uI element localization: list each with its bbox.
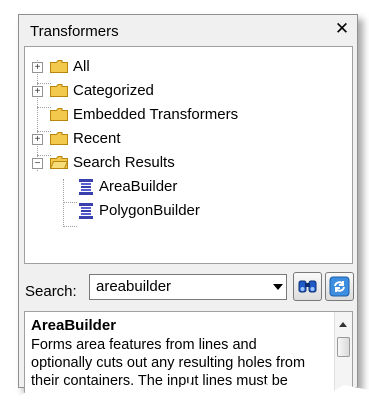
transformer-icon xyxy=(79,179,93,195)
tree-item-label: All xyxy=(73,58,90,75)
find-button[interactable] xyxy=(293,272,322,301)
search-value: areabuilder xyxy=(96,278,172,295)
tree-item-search-results[interactable]: − Search Results xyxy=(25,151,345,175)
open-folder-icon xyxy=(50,156,68,169)
tree-item-label: Categorized xyxy=(73,82,154,99)
panel-titlebar: Transformers ✕ xyxy=(19,15,357,45)
description-title: AreaBuilder xyxy=(31,317,117,334)
close-icon[interactable]: ✕ xyxy=(333,20,351,38)
transformer-tree[interactable]: + All + Categorized Embedded Transformer… xyxy=(24,46,353,264)
tree-item-label: Embedded Transformers xyxy=(73,106,239,123)
folder-icon xyxy=(50,60,68,73)
folder-icon xyxy=(50,108,68,121)
refresh-button[interactable] xyxy=(325,272,354,301)
scroll-thumb[interactable] xyxy=(337,337,350,357)
folder-icon xyxy=(50,132,68,145)
tree-item-label: AreaBuilder xyxy=(99,178,178,195)
tree-item-categorized[interactable]: + Categorized xyxy=(25,79,345,103)
panel-title: Transformers xyxy=(30,23,119,40)
tree-item-polygonbuilder[interactable]: PolygonBuilder xyxy=(25,199,345,223)
scroll-up-icon[interactable] xyxy=(339,322,347,327)
binoculars-icon xyxy=(298,280,317,293)
transformers-panel: Transformers ✕ + All + Categorized Embed… xyxy=(18,14,358,403)
expand-icon[interactable]: + xyxy=(32,86,43,97)
search-label: Search: xyxy=(25,283,77,300)
tree-item-all[interactable]: + All xyxy=(25,55,345,79)
chevron-down-icon[interactable] xyxy=(273,284,283,290)
collapse-icon[interactable]: − xyxy=(32,158,43,169)
folder-icon xyxy=(50,84,68,97)
torn-edge xyxy=(0,383,369,414)
tree-item-label: Search Results xyxy=(73,154,175,171)
tree-item-areabuilder[interactable]: AreaBuilder xyxy=(25,175,345,199)
tree-item-label: Recent xyxy=(73,130,121,147)
expand-icon[interactable]: + xyxy=(32,62,43,73)
transformer-icon xyxy=(79,203,93,219)
tree-item-embedded-transformers[interactable]: Embedded Transformers xyxy=(25,103,345,127)
tree-item-recent[interactable]: + Recent xyxy=(25,127,345,151)
refresh-icon xyxy=(329,276,350,297)
search-input[interactable]: areabuilder xyxy=(89,274,287,300)
tree-item-label: PolygonBuilder xyxy=(99,202,200,219)
expand-icon[interactable]: + xyxy=(32,134,43,145)
